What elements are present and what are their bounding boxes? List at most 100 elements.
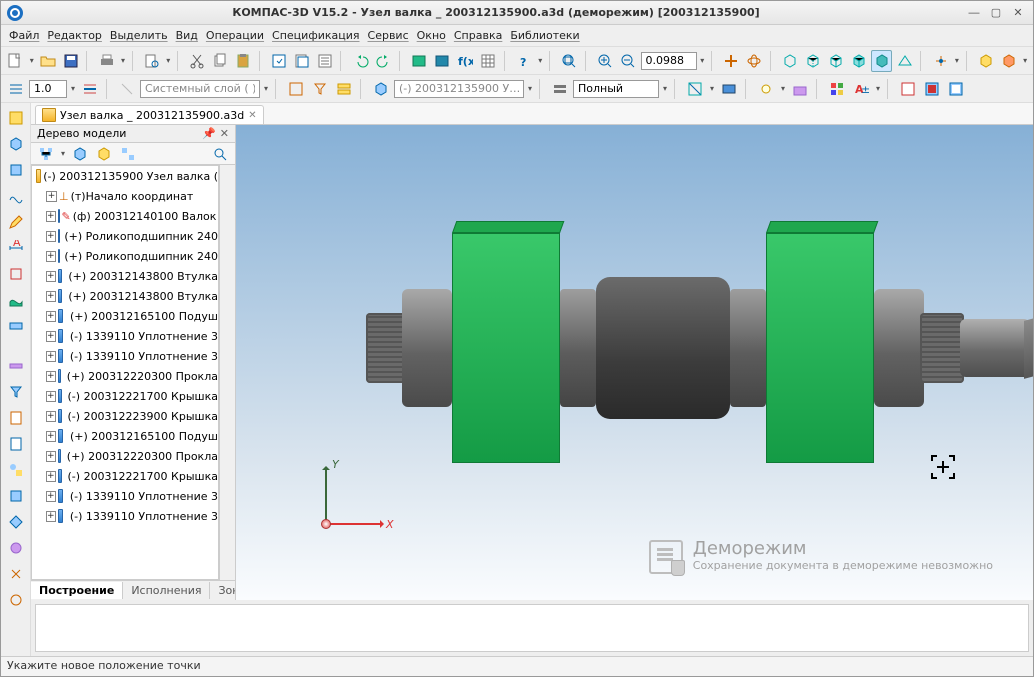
simplify-icon[interactable] bbox=[998, 50, 1019, 72]
undo-icon[interactable] bbox=[350, 50, 371, 72]
tree-item[interactable]: +(-) 1339110 Уплотнение 3 bbox=[32, 346, 218, 366]
layer-dropdown[interactable]: ▾ bbox=[262, 84, 270, 93]
measure-icon[interactable] bbox=[5, 355, 27, 377]
expand-icon[interactable]: + bbox=[46, 391, 56, 402]
tree-item[interactable]: +(+) 200312143800 Втулка bbox=[32, 286, 218, 306]
menu-file[interactable]: Файл bbox=[9, 29, 39, 42]
edit-sketch-icon[interactable] bbox=[5, 133, 27, 155]
vars-icon[interactable] bbox=[432, 50, 453, 72]
print-dropdown[interactable]: ▾ bbox=[119, 56, 127, 65]
orient-icon[interactable] bbox=[930, 50, 951, 72]
tree-item[interactable]: +✎(ф) 200312140100 Валок в bbox=[32, 206, 218, 226]
line-width-input[interactable] bbox=[29, 80, 67, 98]
zoom-out-icon[interactable] bbox=[618, 50, 639, 72]
pan-icon[interactable] bbox=[721, 50, 742, 72]
mass-props-icon[interactable] bbox=[789, 78, 811, 100]
expand-icon[interactable]: + bbox=[46, 291, 56, 302]
edit-assembly-icon[interactable] bbox=[5, 107, 27, 129]
menu-spec[interactable]: Спецификация bbox=[272, 29, 359, 42]
zoom-fit-icon[interactable] bbox=[559, 50, 580, 72]
help-icon[interactable]: ? bbox=[514, 50, 535, 72]
tree-item[interactable]: +(-) 1339110 Уплотнение 3 bbox=[32, 486, 218, 506]
tree-item[interactable]: +(+) 200312143800 Втулка bbox=[32, 266, 218, 286]
tree-item[interactable]: +(-) 200312221700 Крышка bbox=[32, 386, 218, 406]
tree-item[interactable]: +(-) 1339110 Уплотнение 3 bbox=[32, 326, 218, 346]
tree-item[interactable]: +(+) Роликоподшипник 240 bbox=[32, 246, 218, 266]
menu-window[interactable]: Окно bbox=[417, 29, 446, 42]
open-icon[interactable] bbox=[38, 50, 59, 72]
window3-icon[interactable] bbox=[945, 78, 967, 100]
expand-icon[interactable]: + bbox=[46, 511, 56, 522]
expand-icon[interactable]: + bbox=[46, 231, 56, 242]
op1-icon[interactable] bbox=[5, 315, 27, 337]
layer-states-icon[interactable] bbox=[285, 78, 307, 100]
surface-icon[interactable] bbox=[5, 289, 27, 311]
expand-icon[interactable]: + bbox=[46, 311, 56, 322]
curve-icon[interactable] bbox=[5, 185, 27, 207]
preview-icon[interactable] bbox=[142, 50, 163, 72]
fx-icon[interactable]: f(x) bbox=[455, 50, 476, 72]
expand-icon[interactable]: + bbox=[46, 191, 57, 202]
text-a-dropdown[interactable]: ▾ bbox=[874, 84, 882, 93]
component-ref-dropdown[interactable]: ▾ bbox=[526, 84, 534, 93]
expand-icon[interactable]: + bbox=[46, 271, 56, 282]
display-mode-input[interactable] bbox=[573, 80, 659, 98]
lights-icon[interactable] bbox=[755, 78, 777, 100]
filter-icon[interactable] bbox=[5, 381, 27, 403]
dimension-icon[interactable]: A bbox=[5, 237, 27, 259]
tree-item[interactable]: +(-) 200312221700 Крышка bbox=[32, 466, 218, 486]
copy-icon[interactable] bbox=[210, 50, 231, 72]
shaded-icon[interactable] bbox=[871, 50, 892, 72]
document-tab[interactable]: Узел валка _ 200312135900.a3d ✕ bbox=[35, 105, 264, 124]
expand-icon[interactable]: + bbox=[46, 491, 56, 502]
colors-icon[interactable] bbox=[826, 78, 848, 100]
auto-line-icon[interactable] bbox=[79, 78, 101, 100]
tree-item[interactable]: +(+) Роликоподшипник 240 bbox=[32, 226, 218, 246]
expand-icon[interactable]: + bbox=[46, 431, 56, 442]
section1-icon[interactable] bbox=[684, 78, 706, 100]
tree-hierarchy-icon[interactable] bbox=[35, 143, 57, 165]
tab-build[interactable]: Построение bbox=[31, 582, 123, 599]
expand-icon[interactable]: + bbox=[46, 211, 56, 222]
cut-icon[interactable] bbox=[187, 50, 208, 72]
new-doc-icon[interactable] bbox=[5, 50, 26, 72]
tree-item[interactable]: +(+) 200312220300 Прокла bbox=[32, 446, 218, 466]
menu-help[interactable]: Справка bbox=[454, 29, 502, 42]
mate-icon[interactable] bbox=[5, 563, 27, 585]
simplify-dropdown[interactable]: ▾ bbox=[1021, 56, 1029, 65]
properties-icon[interactable] bbox=[269, 50, 290, 72]
shaded-wire-icon[interactable] bbox=[848, 50, 869, 72]
weld-icon[interactable] bbox=[5, 537, 27, 559]
save-icon[interactable] bbox=[60, 50, 81, 72]
tab-configs[interactable]: Исполнения bbox=[123, 582, 210, 599]
wireframe-icon[interactable] bbox=[780, 50, 801, 72]
tree-origin[interactable]: +⊥(т)Начало координат bbox=[32, 186, 218, 206]
tree-search-icon[interactable] bbox=[209, 143, 231, 165]
section2-icon[interactable] bbox=[718, 78, 740, 100]
expand-icon[interactable]: + bbox=[46, 371, 56, 382]
tree-item[interactable]: +(+) 200312165100 Подуш bbox=[32, 306, 218, 326]
display-toggle-icon[interactable] bbox=[549, 78, 571, 100]
perspective-icon[interactable] bbox=[894, 50, 915, 72]
report-icon[interactable] bbox=[5, 433, 27, 455]
menu-editor[interactable]: Редактор bbox=[47, 29, 102, 42]
line-style-icon[interactable] bbox=[5, 78, 27, 100]
tree-hierarchy-dropdown[interactable]: ▾ bbox=[59, 149, 67, 158]
menu-service[interactable]: Сервис bbox=[368, 29, 409, 42]
menu-operations[interactable]: Операции bbox=[206, 29, 264, 42]
zoom-value-input[interactable] bbox=[641, 52, 697, 70]
doc-list-icon[interactable] bbox=[314, 50, 335, 72]
new-doc-dropdown[interactable]: ▾ bbox=[28, 56, 36, 65]
layer-filter-icon[interactable] bbox=[309, 78, 331, 100]
viewport-3d[interactable]: X Y Деморежим Сохранение документа в дем… bbox=[235, 125, 1033, 600]
paste-icon[interactable] bbox=[233, 50, 254, 72]
close-tab-icon[interactable]: ✕ bbox=[248, 110, 256, 121]
spec-icon[interactable] bbox=[5, 407, 27, 429]
close-button[interactable]: ✕ bbox=[1009, 5, 1027, 21]
constraint-icon[interactable] bbox=[5, 263, 27, 285]
orient-dropdown[interactable]: ▾ bbox=[953, 56, 961, 65]
tree-root[interactable]: (-) 200312135900 Узел валка ( bbox=[32, 166, 218, 186]
bend-icon[interactable] bbox=[5, 589, 27, 611]
model-tree[interactable]: (-) 200312135900 Узел валка ( +⊥(т)Начал… bbox=[31, 165, 219, 580]
expand-icon[interactable]: + bbox=[46, 331, 56, 342]
